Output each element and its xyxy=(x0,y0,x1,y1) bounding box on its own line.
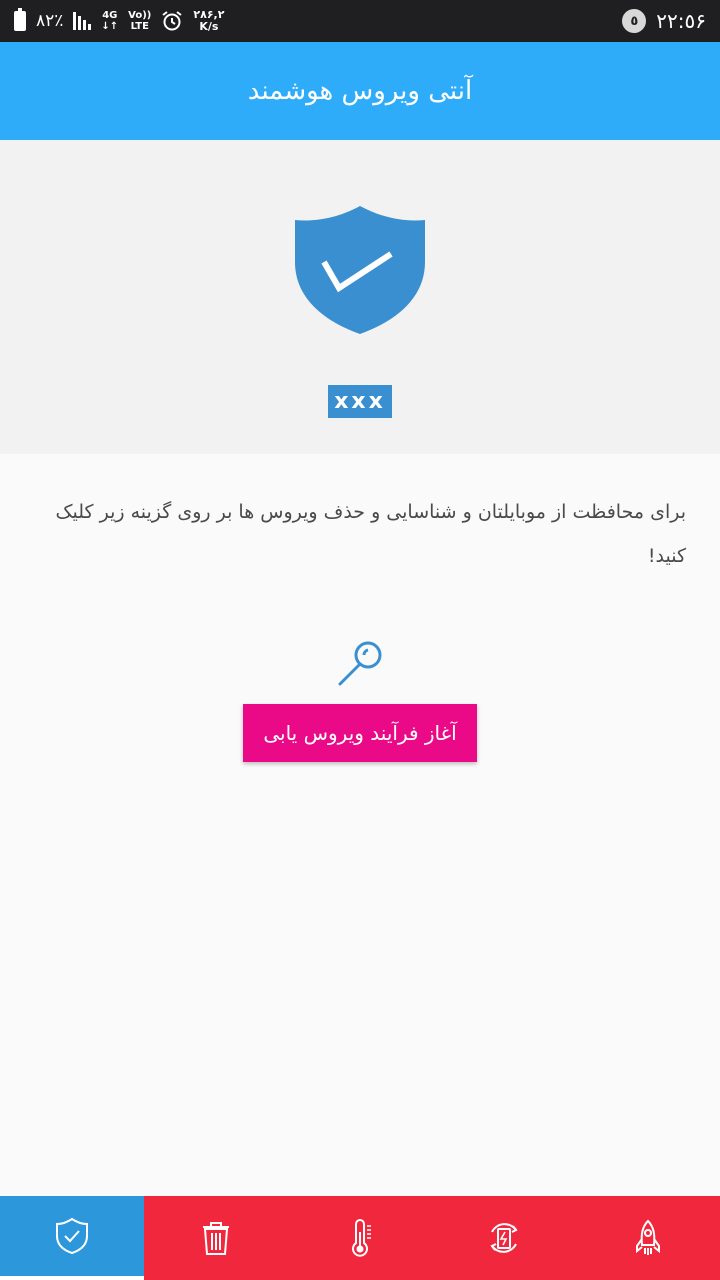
description-text: برای محافظت از موبایلتان و شناسایی و حذف… xyxy=(55,501,686,567)
data-arrows-icon: ↓↑ xyxy=(101,21,119,32)
notification-count-badge: ٥ xyxy=(622,9,647,33)
app-title: آنتی ویروس هوشمند xyxy=(247,76,473,106)
thermometer-icon xyxy=(352,1219,371,1257)
bottom-nav xyxy=(0,1196,720,1280)
network-speed-unit: K/s xyxy=(199,20,219,33)
nav-item-cpu-cooler[interactable] xyxy=(288,1196,432,1280)
hero-section: xxx xyxy=(0,140,720,454)
status-badge: xxx xyxy=(328,385,392,418)
battery-percent: ٨٢٪ xyxy=(36,11,64,31)
signal-icon xyxy=(73,12,92,30)
network-speed: ٢٨۶,٢ K/s xyxy=(193,9,224,33)
search-icon xyxy=(338,641,382,686)
shield-check-icon xyxy=(295,206,425,334)
nav-item-protection[interactable] xyxy=(0,1196,144,1280)
volte-bottom-label: LTE xyxy=(130,21,149,32)
status-bar-right: ٥ ٢٢:٥۶ xyxy=(622,9,706,33)
status-bar-left: ٨٢٪ 4G ↓↑ Vo)) LTE ٢٨۶,٢ K/s xyxy=(14,8,224,33)
start-scan-button[interactable]: آغاز فرآیند ویروس یابی xyxy=(243,704,477,762)
battery-refresh-icon xyxy=(490,1223,518,1253)
volte-top-label: Vo)) xyxy=(128,10,152,21)
network-type-label: 4G xyxy=(102,10,118,21)
trash-icon xyxy=(203,1222,229,1255)
shield-check-icon xyxy=(56,1217,88,1255)
alarm-icon xyxy=(162,11,182,31)
battery-icon xyxy=(14,8,26,31)
nav-item-booster[interactable] xyxy=(576,1196,720,1280)
volte-indicator: Vo)) LTE xyxy=(128,10,151,32)
status-time: ٢٢:٥۶ xyxy=(656,9,706,33)
rocket-icon xyxy=(636,1219,660,1255)
app-bar: آنتی ویروس هوشمند xyxy=(0,42,720,140)
network-type: 4G ↓↑ xyxy=(101,10,118,32)
nav-item-battery-saver[interactable] xyxy=(432,1196,576,1280)
nav-item-cleaner[interactable] xyxy=(144,1196,288,1280)
status-bar: ٨٢٪ 4G ↓↑ Vo)) LTE ٢٨۶,٢ K/s ٥ ٢٢:٥۶ xyxy=(0,0,720,42)
